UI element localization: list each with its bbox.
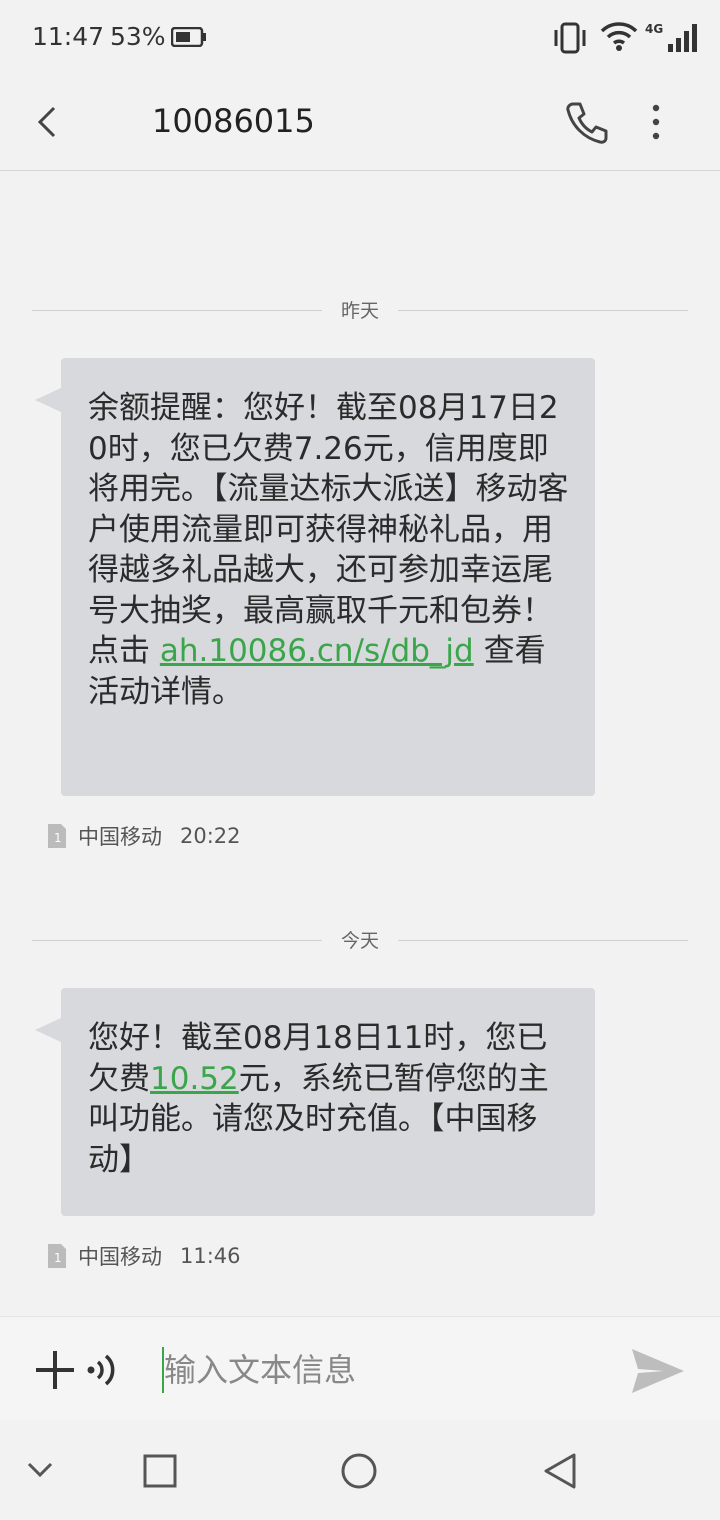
nav-back-icon[interactable]: [542, 1452, 578, 1490]
date-divider-yesterday: 昨天: [32, 296, 688, 326]
more-icon[interactable]: [640, 102, 672, 142]
message-time: 11:46: [180, 1244, 241, 1268]
battery-percentage: 53%: [110, 22, 166, 51]
message-input[interactable]: [164, 1345, 604, 1395]
wifi-icon: [600, 22, 638, 51]
message-link[interactable]: ah.10086.cn/s/db_jd: [160, 633, 474, 669]
bubble-tail: [35, 1018, 61, 1042]
battery-icon: [171, 27, 206, 47]
conversation-header: 10086015: [0, 76, 720, 171]
message-meta: 1 中国移动 11:46: [48, 1242, 241, 1270]
contact-number: 10086015: [152, 102, 315, 140]
date-divider-today: 今天: [32, 926, 688, 956]
message-text: 余额提醒：您好！截至08月17日20时，您已欠费7.26元，信用度即将用完。【流…: [88, 390, 569, 669]
voice-icon[interactable]: [86, 1351, 122, 1389]
chevron-down-icon[interactable]: [26, 1458, 54, 1482]
plus-icon[interactable]: [34, 1349, 76, 1391]
svg-text:1: 1: [54, 1251, 62, 1265]
vibrate-icon: [554, 22, 586, 54]
message-time: 20:22: [180, 824, 241, 848]
composer-bar: [0, 1316, 720, 1421]
message-carrier: 中国移动: [78, 1245, 162, 1269]
recent-apps-icon[interactable]: [143, 1454, 177, 1488]
back-icon[interactable]: [30, 104, 66, 140]
sim-card-icon: 1: [48, 824, 66, 848]
svg-text:1: 1: [54, 831, 62, 845]
system-nav-bar: [0, 1420, 720, 1520]
message-carrier: 中国移动: [78, 825, 162, 849]
send-icon[interactable]: [630, 1347, 686, 1395]
home-icon[interactable]: [340, 1452, 378, 1490]
phone-icon[interactable]: [564, 100, 610, 146]
bubble-tail: [35, 388, 61, 412]
message-link[interactable]: 10.52: [150, 1061, 239, 1097]
status-time: 11:47: [32, 22, 105, 51]
status-bar: 11:47 53% 4G: [0, 0, 720, 76]
message-bubble[interactable]: 余额提醒：您好！截至08月17日20时，您已欠费7.26元，信用度即将用完。【流…: [61, 358, 595, 796]
message-meta: 1 中国移动 20:22: [48, 822, 241, 850]
message-bubble[interactable]: 您好！截至08月18日11时，您已欠费10.52元，系统已暂停您的主叫功能。请您…: [61, 988, 595, 1216]
network-type: 4G: [645, 22, 664, 36]
sim-card-icon: 1: [48, 1244, 66, 1268]
